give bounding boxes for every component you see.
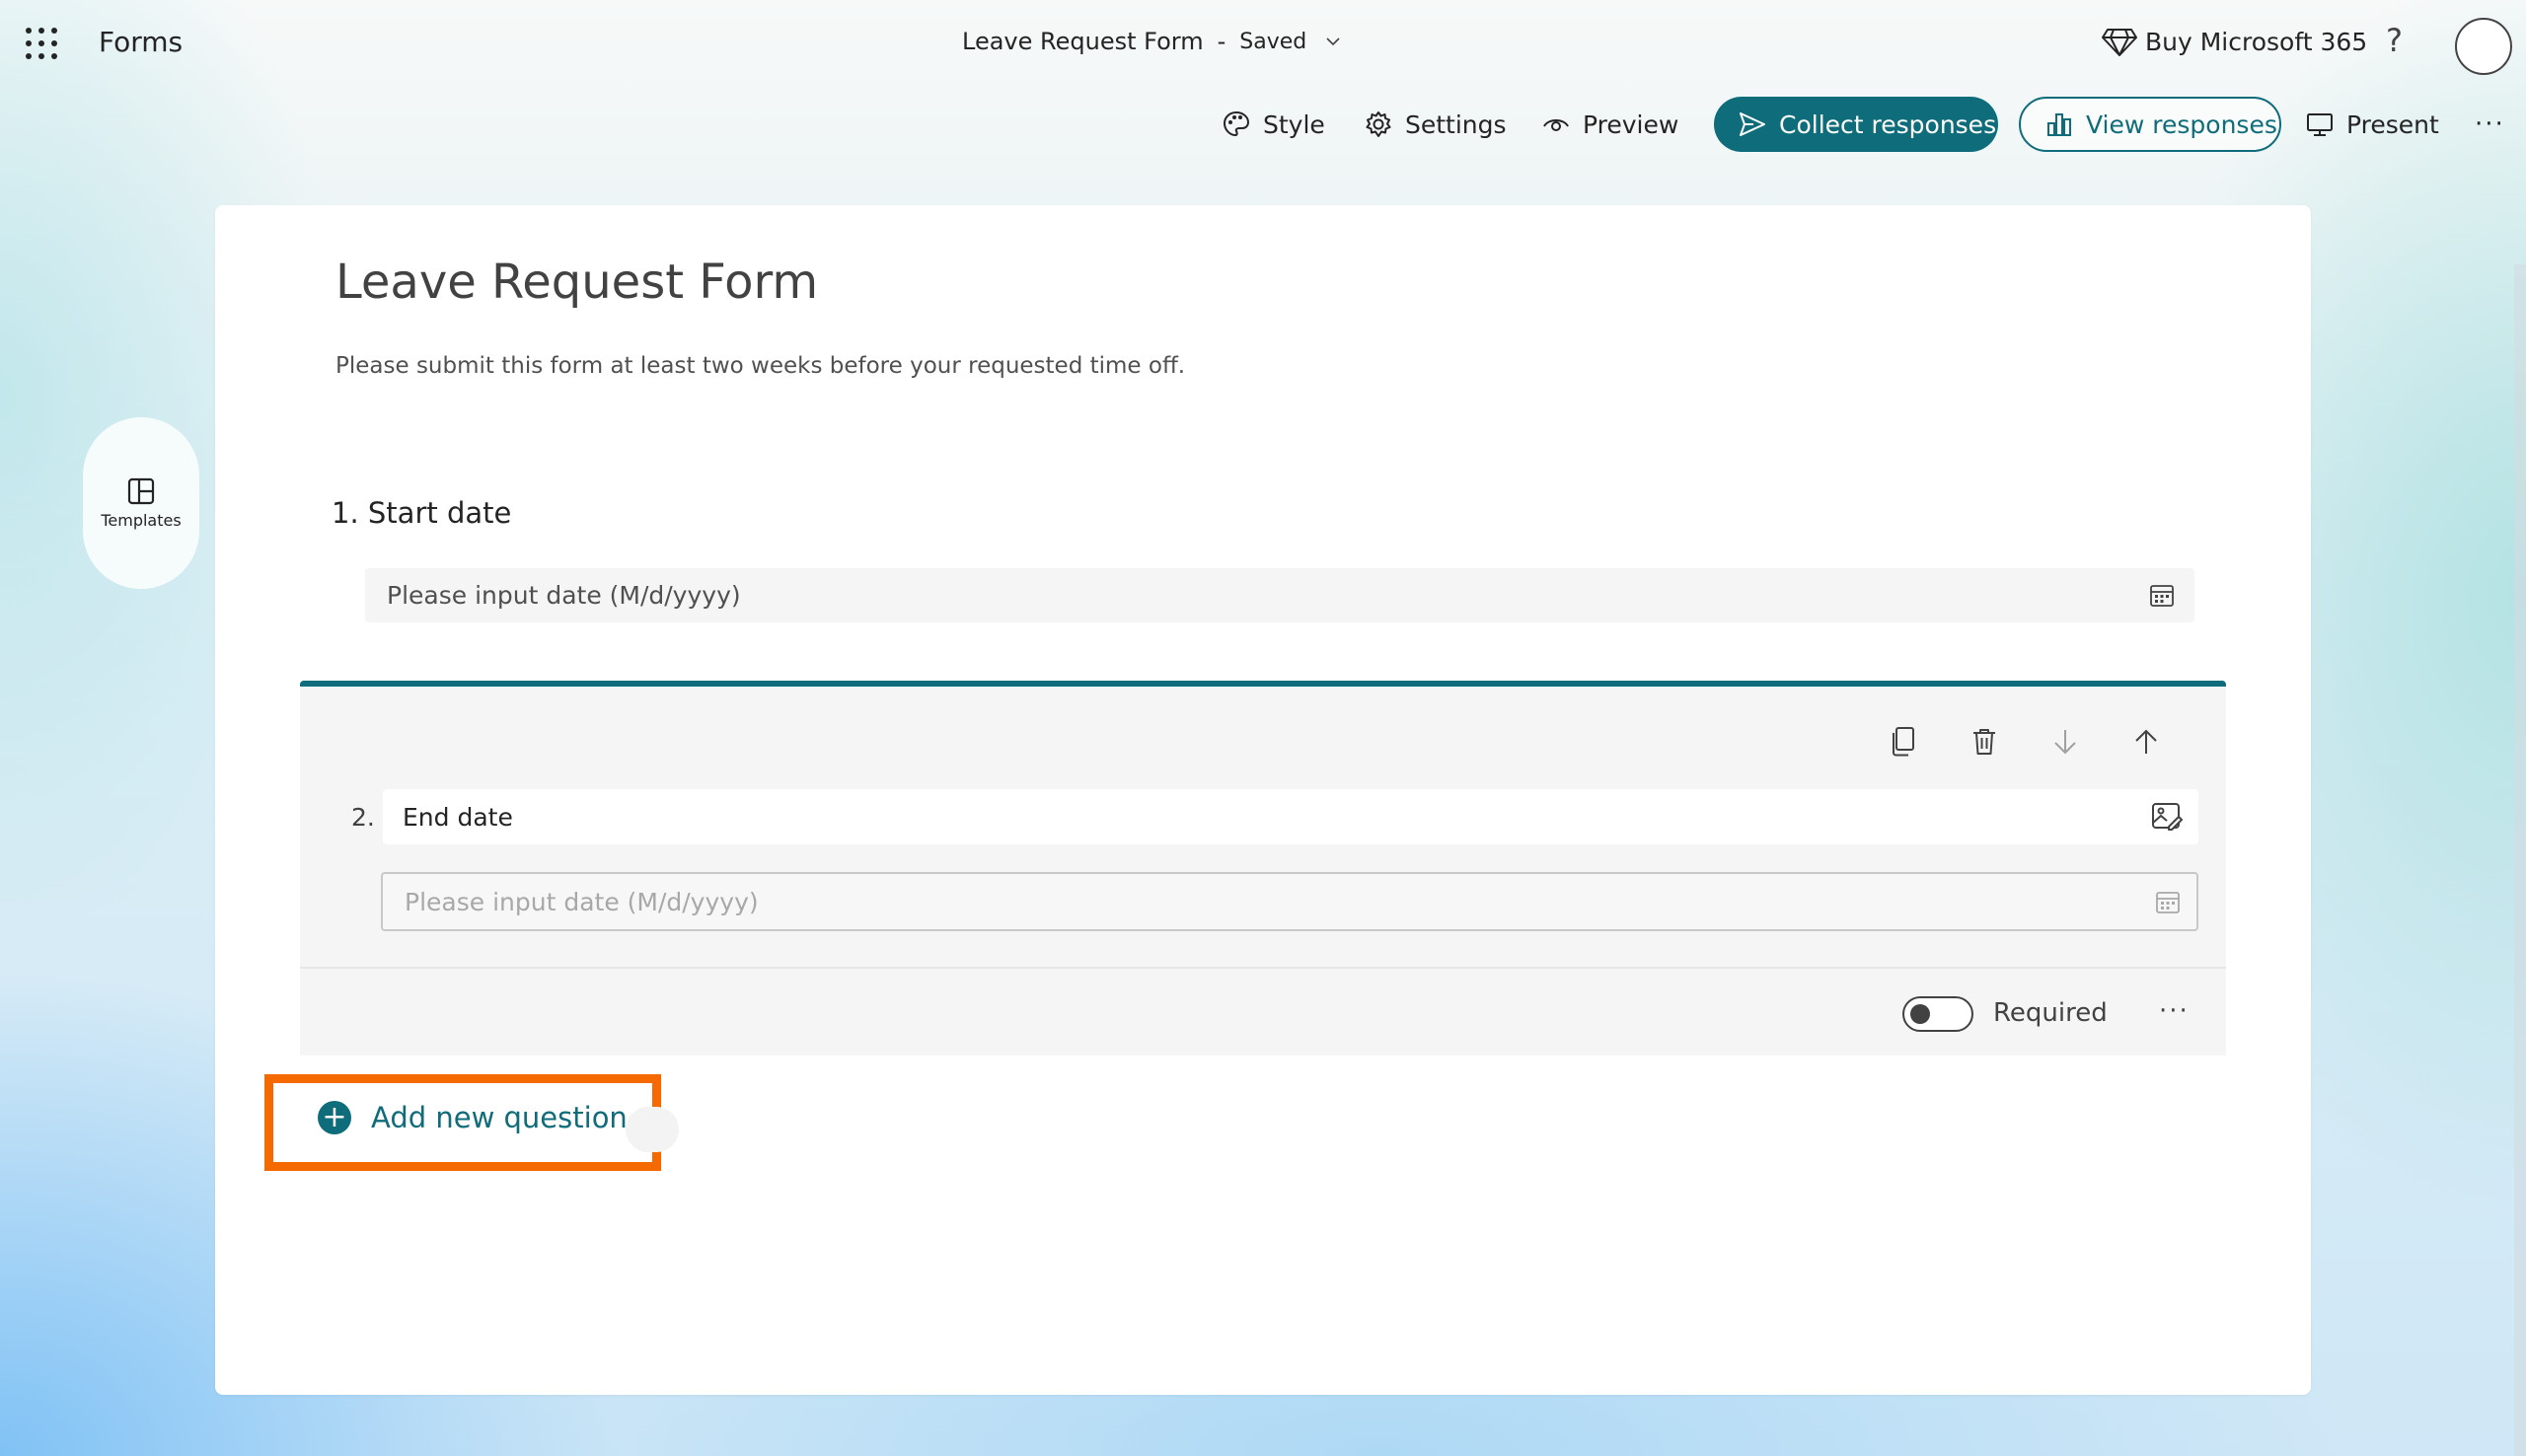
form-description[interactable]: Please submit this form at least two wee…: [335, 353, 1185, 379]
bar-chart-icon: [2047, 113, 2071, 136]
delete-question-button[interactable]: [1944, 722, 2025, 762]
document-title: Leave Request Form: [962, 28, 1204, 55]
question-1-text: Start date: [367, 496, 512, 530]
chevron-down-icon: [1326, 37, 1340, 46]
send-icon: [1740, 112, 1765, 136]
buy-microsoft-365-button[interactable]: Buy Microsoft 365: [2102, 26, 2367, 57]
eye-icon: [1543, 119, 1569, 131]
copy-icon: [1893, 727, 1914, 757]
templates-button[interactable]: Templates: [83, 417, 199, 589]
copy-question-button[interactable]: [1863, 722, 1944, 762]
question-2-number: 2.: [351, 803, 375, 832]
app-name[interactable]: Forms: [99, 26, 183, 58]
question-footer-divider: [300, 967, 2226, 969]
question-2-date-input[interactable]: Please input date (M/d/yyyy): [381, 872, 2198, 931]
avatar[interactable]: [2455, 18, 2512, 75]
document-title-group[interactable]: Leave Request Form - Saved: [962, 28, 1340, 55]
question-more-options-icon[interactable]: ···: [2159, 996, 2190, 1026]
required-label: Required: [1993, 998, 2108, 1028]
present-label: Present: [2346, 109, 2439, 139]
add-new-question-label: Add new question: [371, 1101, 628, 1134]
question-1-number: 1.: [332, 496, 359, 530]
plus-circle-icon: +: [318, 1101, 351, 1134]
more-options-icon[interactable]: ···: [2475, 97, 2505, 152]
title-separator: -: [1217, 28, 1226, 55]
form-title[interactable]: Leave Request Form: [335, 255, 818, 310]
style-button[interactable]: Style: [1222, 97, 1325, 152]
settings-button[interactable]: Settings: [1364, 97, 1507, 152]
templates-icon: [127, 477, 155, 504]
view-responses-label: View responses: [2086, 109, 2277, 139]
palette-icon: [1223, 110, 1250, 137]
gear-icon: [1366, 111, 1391, 137]
diamond-icon: [2102, 29, 2137, 56]
toggle-knob: [1910, 1004, 1930, 1024]
help-icon[interactable]: ?: [2386, 22, 2403, 59]
top-bar: Forms Leave Request Form - Saved Buy Mic…: [0, 0, 2526, 91]
app-launcher-icon[interactable]: [26, 28, 57, 59]
monitor-icon: [2307, 113, 2333, 136]
question-actions: [1863, 722, 2187, 762]
trash-icon: [1973, 729, 1995, 755]
collect-responses-button[interactable]: Collect responses: [1714, 97, 1998, 152]
required-toggle[interactable]: [1902, 996, 1973, 1032]
form-toolbar: Style Settings Preview Collect responses…: [0, 97, 2526, 156]
templates-label: Templates: [101, 510, 182, 530]
arrow-down-icon: [2054, 730, 2076, 755]
question-2-title-input[interactable]: End date: [383, 789, 2198, 844]
preview-label: Preview: [1583, 109, 1679, 139]
move-up-button[interactable]: [2106, 722, 2187, 762]
save-status: Saved: [1239, 29, 1307, 54]
settings-label: Settings: [1405, 109, 1507, 139]
question-1-title[interactable]: 1. Start date: [332, 496, 511, 530]
preview-button[interactable]: Preview: [1541, 97, 1678, 152]
style-label: Style: [1263, 109, 1325, 139]
page-scrollbar[interactable]: [2514, 264, 2526, 1456]
arrow-up-icon: [2135, 729, 2157, 754]
question-2-text: End date: [403, 802, 513, 832]
calendar-icon: [2156, 892, 2180, 913]
calendar-icon: [2150, 585, 2174, 607]
add-question-next-segment: [626, 1107, 679, 1152]
question-1-placeholder: Please input date (M/d/yyyy): [387, 581, 741, 610]
view-responses-button[interactable]: View responses: [2019, 97, 2281, 152]
present-button[interactable]: Present: [2305, 97, 2439, 152]
move-down-button[interactable]: [2025, 722, 2106, 762]
buy-label: Buy Microsoft 365: [2145, 27, 2368, 56]
question-2-placeholder: Please input date (M/d/yyyy): [405, 887, 759, 916]
insert-media-icon[interactable]: [2151, 801, 2183, 833]
question-2-editor[interactable]: 2. End date Please input date (M/d/yyyy)…: [300, 681, 2226, 1056]
question-1-date-input[interactable]: Please input date (M/d/yyyy): [365, 568, 2194, 622]
add-new-question-button[interactable]: + Add new question: [318, 1101, 628, 1134]
collect-responses-label: Collect responses: [1779, 109, 1997, 139]
